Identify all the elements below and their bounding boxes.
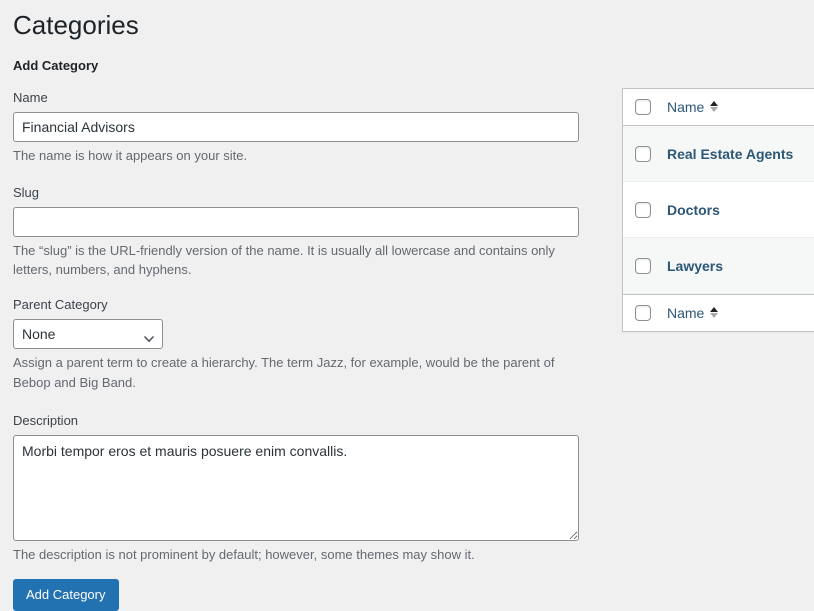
row-name-cell: Real Estate Agents [663,146,814,162]
slug-description: The “slug” is the URL-friendly version o… [13,241,573,280]
field-name: Name The name is how it appears on your … [13,89,600,166]
row-checkbox[interactable] [635,146,651,162]
sort-arrows-icon [709,307,719,318]
row-checkbox[interactable] [635,202,651,218]
select-all-checkbox[interactable] [635,99,651,115]
slug-input[interactable] [13,207,579,237]
parent-category-select[interactable]: None [13,319,163,349]
row-select-cell [623,202,663,218]
category-link[interactable]: Lawyers [667,258,723,274]
form-heading: Add Category [13,57,600,75]
category-link[interactable]: Doctors [667,202,720,218]
field-parent-category: Parent Category None Assign a parent ter… [13,296,600,392]
table-row[interactable]: Lawyers [623,238,814,294]
row-checkbox[interactable] [635,258,651,274]
select-all-checkbox-footer[interactable] [635,305,651,321]
header-name-cell: Name [663,99,814,115]
table-footer-row: Name [623,294,814,331]
column-header-name[interactable]: Name [667,99,719,115]
sort-arrows-icon [709,101,719,112]
category-link[interactable]: Real Estate Agents [667,146,793,162]
select-all-footer-cell [623,305,663,321]
name-description: The name is how it appears on your site. [13,146,573,166]
add-category-button[interactable]: Add Category [13,579,119,611]
description-help: The description is not prominent by defa… [13,545,573,565]
categories-list-table: Name Real Estate Agents Doctors [622,88,814,332]
field-description: Description The description is not promi… [13,412,600,565]
row-name-cell: Lawyers [663,258,814,274]
parent-category-label: Parent Category [13,296,600,314]
column-footer-name[interactable]: Name [667,305,719,321]
table-header-row: Name [623,89,814,126]
table-row[interactable]: Real Estate Agents [623,126,814,182]
footer-name-cell: Name [663,305,814,321]
table-row[interactable]: Doctors [623,182,814,238]
column-header-name-label: Name [667,99,704,115]
row-select-cell [623,258,663,274]
description-textarea[interactable] [13,435,579,541]
parent-category-select-wrap[interactable]: None [13,319,163,349]
row-select-cell [623,146,663,162]
page-title: Categories [13,0,600,57]
slug-label: Slug [13,184,600,202]
field-slug: Slug The “slug” is the URL-friendly vers… [13,184,600,280]
row-name-cell: Doctors [663,202,814,218]
description-label: Description [13,412,600,430]
column-footer-name-label: Name [667,305,704,321]
name-label: Name [13,89,600,107]
name-input[interactable] [13,112,579,142]
add-category-form: Categories Add Category Name The name is… [0,0,600,611]
parent-category-description: Assign a parent term to create a hierarc… [13,353,573,392]
select-all-cell [623,99,663,115]
